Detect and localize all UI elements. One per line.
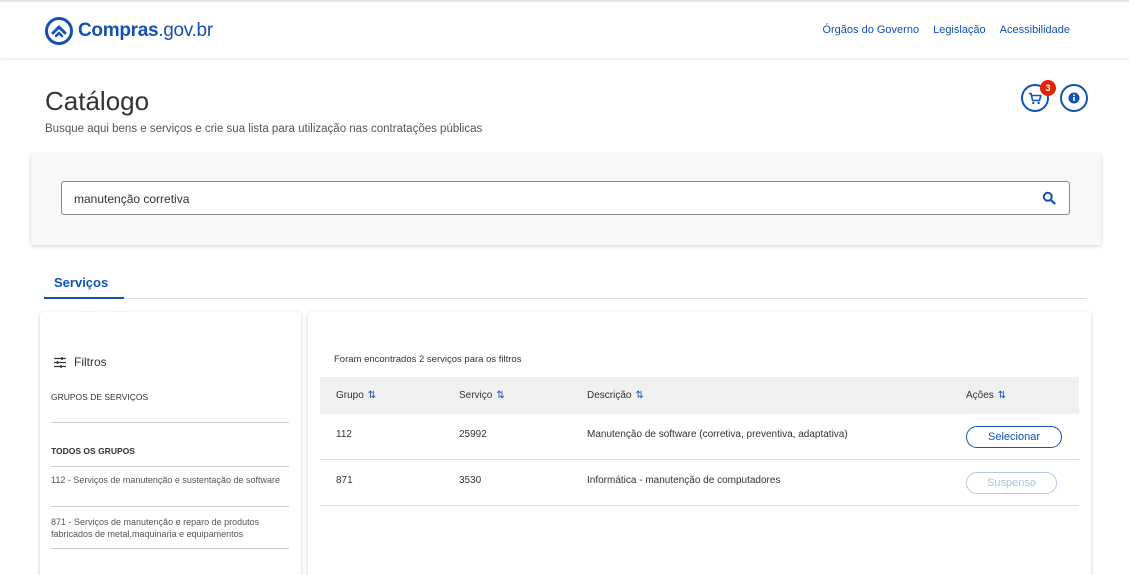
top-header: Compras.gov.br Órgãos do Governo Legisla… (0, 0, 1129, 58)
filter-all-groups[interactable]: TODOS OS GRUPOS (51, 446, 135, 456)
results-panel: Foram encontrados 2 serviços para os fil… (308, 312, 1091, 575)
column-header-descricao[interactable]: Descrição ⇅ (587, 390, 644, 401)
sort-icon[interactable]: ⇅ (998, 390, 1006, 401)
cell-descricao: Informática - manutenção de computadores (587, 475, 781, 486)
info-button[interactable] (1060, 84, 1088, 112)
page-title: Catálogo (45, 86, 150, 116)
suspended-button: Suspenso (966, 472, 1057, 494)
tab-servicos[interactable]: Serviços (54, 275, 108, 290)
filter-title-label: Filtros (74, 355, 107, 369)
nav-link-orgaos[interactable]: Órgãos do Governo (822, 24, 919, 36)
divider (51, 506, 289, 507)
cell-descricao: Manutenção de software (corretiva, preve… (587, 429, 848, 440)
divider (51, 422, 289, 423)
filter-title: Filtros (54, 355, 107, 369)
logo-icon (45, 17, 73, 45)
column-header-servico[interactable]: Serviço ⇅ (459, 390, 505, 401)
sort-icon[interactable]: ⇅ (496, 390, 504, 401)
filter-panel: Filtros GRUPOS DE SERVIÇOS TODOS OS GRUP… (40, 312, 301, 575)
nav-link-legislacao[interactable]: Legislação (933, 24, 986, 36)
cart-icon (1029, 92, 1042, 104)
search-panel: manutenção corretiva (31, 154, 1101, 245)
column-header-acoes[interactable]: Ações ⇅ (966, 390, 1006, 401)
cell-grupo: 871 (336, 475, 353, 486)
results-summary: Foram encontrados 2 serviços para os fil… (334, 354, 522, 365)
cell-servico: 25992 (459, 429, 487, 440)
column-header-grupo[interactable]: Grupo ⇅ (336, 390, 376, 401)
tab-active-indicator (44, 297, 124, 299)
nav-link-acessibilidade[interactable]: Acessibilidade (1000, 24, 1070, 36)
table-row: 871 3530 Informática - manutenção de com… (320, 460, 1079, 506)
select-button[interactable]: Selecionar (966, 426, 1062, 448)
compras-logo[interactable]: Compras.gov.br (44, 16, 213, 46)
search-input-value: manutenção corretiva (74, 192, 190, 206)
filter-group-112[interactable]: 112 - Serviços de manutenção e sustentaç… (51, 474, 291, 486)
cell-grupo: 112 (336, 429, 352, 440)
divider (51, 548, 289, 549)
search-icon[interactable] (1042, 191, 1056, 205)
group-heading: GRUPOS DE SERVIÇOS (51, 392, 149, 402)
cart-count-badge: 3 (1040, 80, 1056, 96)
cell-servico: 3530 (459, 475, 482, 486)
divider (51, 466, 289, 467)
sort-icon[interactable]: ⇅ (368, 390, 376, 401)
tab-divider (44, 298, 1087, 299)
top-nav: Órgãos do Governo Legislação Acessibilid… (822, 24, 1070, 36)
sliders-icon (54, 356, 66, 368)
search-input[interactable]: manutenção corretiva (61, 181, 1070, 215)
sort-icon[interactable]: ⇅ (635, 390, 643, 401)
info-icon (1068, 92, 1080, 104)
logo-text: Compras.gov.br (78, 20, 213, 41)
table-row: 112 25992 Manutenção de software (corret… (320, 414, 1079, 460)
filter-group-871[interactable]: 871 - Serviços de manutenção e reparo de… (51, 516, 291, 540)
page-subtitle: Busque aqui bens e serviços e crie sua l… (45, 123, 483, 135)
table-header: Grupo ⇅ Serviço ⇅ Descrição ⇅ Ações ⇅ (320, 377, 1079, 414)
